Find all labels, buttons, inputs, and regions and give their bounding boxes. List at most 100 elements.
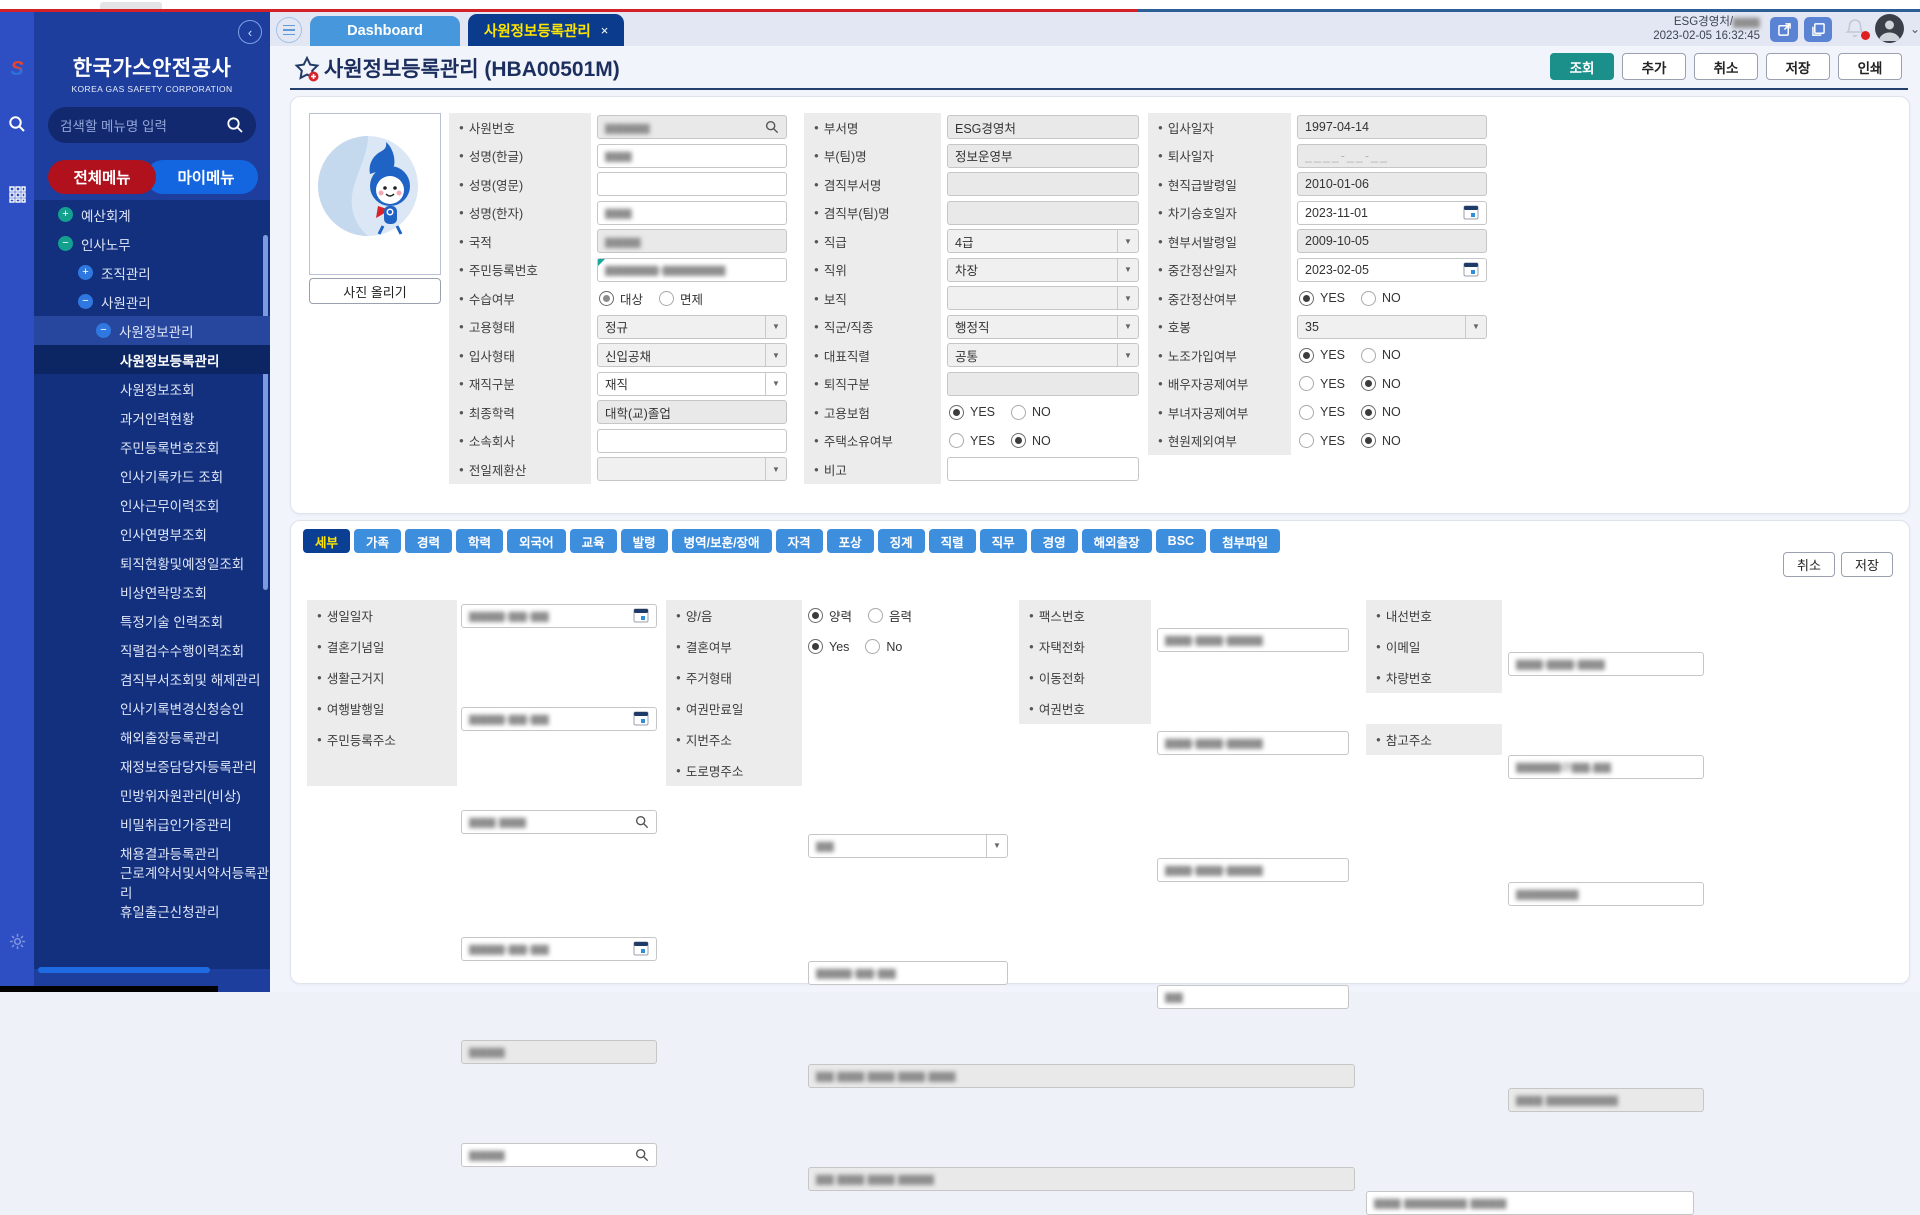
text-input-주민등록주소[interactable]: ▆▆▆▆ (461, 1040, 657, 1064)
radio-YES[interactable] (1299, 376, 1314, 391)
radio-NO[interactable] (1361, 405, 1376, 420)
menu-item-사원정보관리[interactable]: −사원정보관리 (34, 316, 270, 345)
select-전일제환산[interactable]: ▼ (597, 457, 787, 481)
menu-item-겸직부서조회및 해제관리[interactable]: 겸직부서조회및 해제관리 (34, 664, 270, 693)
radio-Yes[interactable] (808, 639, 823, 654)
select-입사형태[interactable]: 신입공채▼ (597, 343, 787, 367)
text-input-이동전화[interactable]: ▆▆▆-▆▆▆-▆▆▆▆ (1157, 858, 1349, 882)
collapse-icon[interactable]: − (78, 294, 93, 309)
open-window-button[interactable] (1770, 17, 1798, 42)
menu-item-특정기술 인력조회[interactable]: 특정기술 인력조회 (34, 606, 270, 635)
text-input-퇴직구분[interactable] (947, 372, 1139, 396)
menu-item-인사노무[interactable]: −인사노무 (34, 229, 270, 258)
text-input-팩스번호[interactable]: ▆▆▆-▆▆▆-▆▆▆▆ (1157, 628, 1349, 652)
text-input-생활근거지[interactable]: ▆▆▆ ▆▆▆ (461, 810, 657, 834)
radio-대상[interactable] (599, 291, 614, 306)
text-input-현직급발령일[interactable]: 2010-01-06 (1297, 172, 1487, 196)
radio-NO[interactable] (1361, 348, 1376, 363)
tab-사원정보등록관리[interactable]: 사원정보등록관리× (468, 14, 624, 46)
radio-NO[interactable] (1011, 433, 1026, 448)
menu-item-휴일출근신청관리[interactable]: 휴일출근신청관리 (34, 896, 270, 925)
text-input-비고[interactable] (947, 457, 1139, 481)
menu-item-사원정보조회[interactable]: 사원정보조회 (34, 374, 270, 403)
user-menu-chevron-down-icon[interactable]: ⌄ (1910, 22, 1920, 36)
text-input-성명(한자)[interactable]: ▆▆▆ (597, 201, 787, 225)
menu-item-인사연명부조회[interactable]: 인사연명부조회 (34, 519, 270, 548)
collapse-icon[interactable]: − (58, 236, 73, 251)
text-input-도로명주소[interactable]: ▆▆ ▆▆▆ ▆▆▆ ▆▆▆▆ (808, 1167, 1355, 1191)
select-직위[interactable]: 차장▼ (947, 258, 1139, 282)
text-input-차량번호[interactable]: ▆▆▆▆▆▆▆ (1508, 882, 1704, 906)
radio-YES[interactable] (1299, 405, 1314, 420)
date-input-중간정산일자[interactable]: 2023-02-05 (1297, 258, 1487, 282)
radio-No[interactable] (865, 639, 880, 654)
radio-NO[interactable] (1361, 433, 1376, 448)
hamburger-menu-icon[interactable] (276, 17, 302, 43)
tab-Dashboard[interactable]: Dashboard (310, 16, 460, 46)
menu-item-근로계약서및서약서등록관리[interactable]: 근로계약서및서약서등록관리 (34, 867, 270, 896)
user-avatar[interactable] (1875, 14, 1904, 43)
date-input-생일일자[interactable]: ▆▆▆▆-▆▆-▆▆ (461, 604, 657, 628)
radio-NO[interactable] (1011, 405, 1026, 420)
select-직군/직종[interactable]: 행정직▼ (947, 315, 1139, 339)
field-search-icon[interactable] (635, 1148, 649, 1162)
select-보직[interactable]: ▼ (947, 286, 1139, 310)
expand-icon[interactable]: + (78, 265, 93, 280)
chevron-down-icon[interactable]: ▼ (765, 344, 786, 366)
chevron-down-icon[interactable]: ▼ (1117, 230, 1138, 252)
action-button-인쇄[interactable]: 인쇄 (1838, 53, 1902, 80)
radio-YES[interactable] (949, 433, 964, 448)
select-주거형태[interactable]: ▆▆▼ (808, 834, 1008, 858)
text-input-여권만료일[interactable]: ▆▆▆▆-▆▆-▆▆ (808, 961, 1008, 985)
photo-upload-button[interactable]: 사진 올리기 (309, 278, 441, 304)
text-input-겸직부서명[interactable] (947, 172, 1139, 196)
text-input-field[interactable]: ▆▆▆ ▆▆▆▆▆▆▆ ▆▆▆▆ (1366, 1191, 1694, 1215)
chevron-down-icon[interactable]: ▼ (1117, 259, 1138, 281)
text-input-참고주소[interactable]: ▆▆▆ ▆▆▆▆▆▆▆▆ (1508, 1088, 1704, 1112)
radio-양력[interactable] (808, 608, 823, 623)
select-직급[interactable]: 4급▼ (947, 229, 1139, 253)
menu-item-인사근무이력조회[interactable]: 인사근무이력조회 (34, 490, 270, 519)
field-search-icon[interactable] (765, 120, 779, 134)
text-input-지번주소[interactable]: ▆▆ ▆▆▆ ▆▆▆ ▆▆▆ ▆▆▆ (808, 1064, 1355, 1088)
action-button-취소[interactable]: 취소 (1694, 53, 1758, 80)
menu-item-비상연락망조회[interactable]: 비상연락망조회 (34, 577, 270, 606)
date-input-여행발행일[interactable]: ▆▆▆▆-▆▆-▆▆ (461, 937, 657, 961)
menu-item-예산회계[interactable]: +예산회계 (34, 200, 270, 229)
chevron-down-icon[interactable]: ▼ (765, 316, 786, 338)
menu-item-사원정보등록관리[interactable]: 사원정보등록관리 (34, 345, 270, 374)
calendar-icon[interactable] (633, 608, 649, 623)
select-고용형태[interactable]: 정규▼ (597, 315, 787, 339)
calendar-icon[interactable] (633, 711, 649, 726)
select-재직구분[interactable]: 재직▼ (597, 372, 787, 396)
text-input-내선번호[interactable]: ▆▆▆-▆▆▆-▆▆▆ (1508, 652, 1704, 676)
radio-음력[interactable] (868, 608, 883, 623)
all-menu-button[interactable]: 전체메뉴 (48, 160, 156, 194)
chevron-down-icon[interactable]: ▼ (1117, 287, 1138, 309)
action-button-저장[interactable]: 저장 (1766, 53, 1830, 80)
text-input-겸직부(팀)명[interactable] (947, 201, 1139, 225)
chevron-down-icon[interactable]: ▼ (1117, 344, 1138, 366)
menu-item-재정보증담당자등록관리[interactable]: 재정보증담당자등록관리 (34, 751, 270, 780)
text-input-자택전화[interactable]: ▆▆▆-▆▆▆-▆▆▆▆ (1157, 731, 1349, 755)
chevron-down-icon[interactable]: ▼ (765, 373, 786, 395)
collapse-icon[interactable]: − (96, 323, 111, 338)
expand-icon[interactable]: + (58, 207, 73, 222)
menu-item-과거인력현황[interactable]: 과거인력현황 (34, 403, 270, 432)
menu-search-input[interactable]: 검색할 메뉴명 입력 (48, 107, 256, 143)
chevron-down-icon[interactable]: ▼ (765, 458, 786, 480)
text-input-성명(한글)[interactable]: ▆▆▆ (597, 144, 787, 168)
radio-NO[interactable] (1361, 376, 1376, 391)
calendar-icon[interactable] (1463, 262, 1479, 277)
select-대표직렬[interactable]: 공통▼ (947, 343, 1139, 367)
calendar-icon[interactable] (1463, 205, 1479, 220)
date-input-결혼기념일[interactable]: ▆▆▆▆-▆▆-▆▆ (461, 707, 657, 731)
menu-item-인사기록변경신청승인[interactable]: 인사기록변경신청승인 (34, 693, 270, 722)
date-input-차기승호일자[interactable]: 2023-11-01 (1297, 201, 1487, 225)
menu-item-직렬검수수행이력조회[interactable]: 직렬검수수행이력조회 (34, 635, 270, 664)
field-search-icon[interactable] (635, 815, 649, 829)
text-input-이메일[interactable]: ▆▆▆▆▆@▆▆.▆▆ (1508, 755, 1704, 779)
chevron-down-icon[interactable]: ▼ (986, 835, 1007, 857)
text-input-주민등록번호[interactable]: ▆▆▆▆▆▆-▆▆▆▆▆▆▆ (597, 258, 787, 282)
text-input-입사일자[interactable]: 1997-04-14 (1297, 115, 1487, 139)
